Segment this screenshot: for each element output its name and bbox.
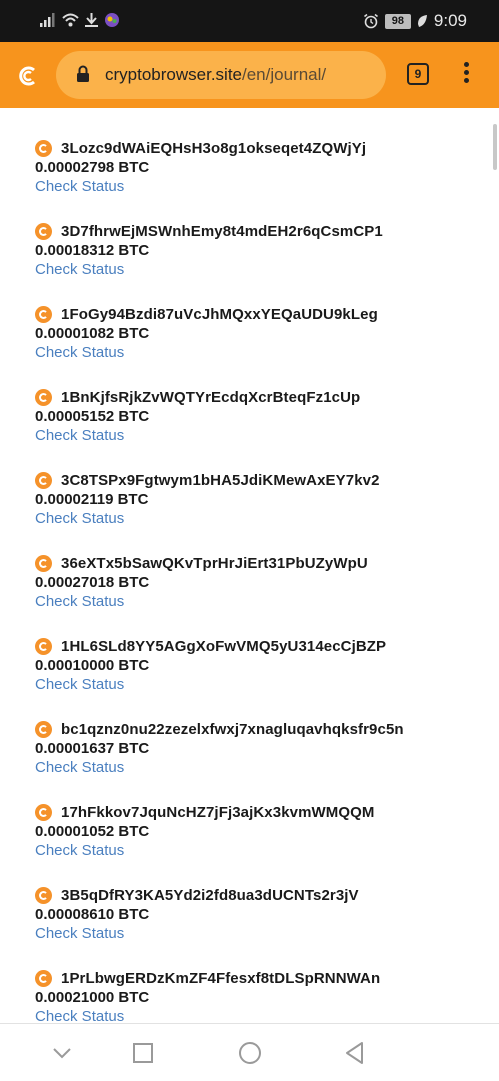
coin-icon	[35, 969, 52, 987]
check-status-link[interactable]: Check Status	[35, 924, 475, 943]
download-icon	[85, 12, 98, 27]
btc-amount: 0.00002798 BTC	[35, 159, 150, 176]
btc-amount: 0.00001637 BTC	[35, 740, 150, 757]
wallet-address: 3B5qDfRY3KA5Yd2i2fd8ua3dUCNTs2r3jV	[61, 886, 359, 904]
check-status-link[interactable]: Check Status	[35, 841, 475, 860]
clock-time: 9:09	[433, 11, 467, 30]
coin-icon	[35, 886, 52, 904]
lock-icon	[77, 65, 89, 82]
charging-leaf-icon	[417, 15, 427, 27]
coin-icon	[35, 803, 52, 821]
tx-header: 3C8TSPx9Fgtwym1bHA5JdiKMewAxEY7kv2	[35, 469, 475, 491]
check-status-link[interactable]: Check Status	[35, 1007, 475, 1023]
wallet-address: 3D7fhrwEjMSWnhEmy8t4mdEH2r6qCsmCP1	[61, 222, 383, 240]
list-item: 17hFkkov7JquNcHZ7jFj3ajKx3kvmWMQQM 0.0000…	[35, 801, 475, 860]
check-status-link[interactable]: Check Status	[35, 260, 475, 279]
status-bar: 98 9:09	[0, 0, 499, 42]
wifi-icon	[62, 13, 79, 27]
wallet-address: bc1qznz0nu22zezelxfwxj7xnagluqavhqksfr9c…	[61, 720, 404, 738]
overflow-menu-icon[interactable]	[458, 62, 474, 88]
tx-header: 1HL6SLd8YY5AGgXoFwVMQ5yU314ecCjBZP	[35, 635, 475, 657]
btc-amount: 0.00021000 BTC	[35, 989, 150, 1006]
wallet-address: 17hFkkov7JquNcHZ7jFj3ajKx3kvmWMQQM	[61, 803, 375, 821]
list-item: 1BnKjfsRjkZvWQTYrEcdqXcrBteqFz1cUp 0.0000…	[35, 386, 475, 445]
tab-switcher-button[interactable]: 9	[407, 63, 429, 85]
browser-toolbar: cryptobrowser.site/en/journal/ 9	[0, 42, 499, 108]
url-bar[interactable]: cryptobrowser.site/en/journal/	[56, 51, 386, 99]
coin-icon	[35, 471, 52, 489]
btc-amount: 0.00005152 BTC	[35, 408, 150, 425]
alarm-icon	[363, 13, 378, 29]
check-status-link[interactable]: Check Status	[35, 509, 475, 528]
wallet-address: 1HL6SLd8YY5AGgXoFwVMQ5yU314ecCjBZP	[61, 637, 387, 655]
btc-amount: 0.00001052 BTC	[35, 823, 150, 840]
coin-icon	[35, 637, 52, 655]
coin-icon	[35, 554, 52, 572]
coin-icon	[35, 139, 52, 157]
coin-icon	[35, 222, 52, 240]
check-status-link[interactable]: Check Status	[35, 426, 475, 445]
tx-header: 36eXTx5bSawQKvTprHrJiErt31PbUZyWpU	[35, 552, 475, 574]
btc-amount: 0.00002119 BTC	[35, 491, 149, 508]
btc-amount: 0.00001082 BTC	[35, 325, 150, 342]
home-circle-icon[interactable]	[237, 1040, 263, 1066]
url-text[interactable]: cryptobrowser.site/en/journal/	[105, 65, 326, 85]
wallet-address: 36eXTx5bSawQKvTprHrJiErt31PbUZyWpU	[61, 554, 368, 572]
list-item: 1HL6SLd8YY5AGgXoFwVMQ5yU314ecCjBZP 0.0001…	[35, 635, 475, 694]
btc-amount: 0.00027018 BTC	[35, 574, 150, 591]
coin-icon	[35, 305, 52, 323]
check-status-link[interactable]: Check Status	[35, 758, 475, 777]
recents-square-icon[interactable]	[130, 1040, 156, 1066]
coin-icon	[35, 720, 52, 738]
signal-icon	[40, 13, 55, 27]
wallet-address: 1BnKjfsRjkZvWQTYrEcdqXcrBteqFz1cUp	[61, 388, 361, 406]
tx-header: 1BnKjfsRjkZvWQTYrEcdqXcrBteqFz1cUp	[35, 386, 475, 408]
back-triangle-icon[interactable]	[342, 1040, 368, 1066]
list-item: 3D7fhrwEjMSWnhEmy8t4mdEH2r6qCsmCP1 0.0001…	[35, 220, 475, 279]
btc-amount: 0.00010000 BTC	[35, 657, 150, 674]
tx-header: 1FoGy94Bzdi87uVcJhMQxxYEQaUDU9kLeg	[35, 303, 475, 325]
tx-header: 1PrLbwgERDzKmZF4Ffesxf8tDLSpRNNWAn	[35, 967, 475, 989]
btc-amount: 0.00018312 BTC	[35, 242, 150, 259]
tx-header: bc1qznz0nu22zezelxfwxj7xnagluqavhqksfr9c…	[35, 718, 475, 740]
list-item: 36eXTx5bSawQKvTprHrJiErt31PbUZyWpU 0.0002…	[35, 552, 475, 611]
wallet-address: 3C8TSPx9Fgtwym1bHA5JdiKMewAxEY7kv2	[61, 471, 380, 489]
wallet-address: 3Lozc9dWAiEQHsH3o8g1okseqet4ZQWjYj	[61, 139, 367, 157]
url-path: /en/journal/	[242, 65, 327, 84]
journal-list: 3Lozc9dWAiEQHsH3o8g1okseqet4ZQWjYj 0.0000…	[0, 108, 499, 1023]
list-item: 3B5qDfRY3KA5Yd2i2fd8ua3dUCNTs2r3jV 0.0000…	[35, 884, 475, 943]
tx-header: 3B5qDfRY3KA5Yd2i2fd8ua3dUCNTs2r3jV	[35, 884, 475, 906]
coin-icon	[35, 388, 52, 406]
cryptobrowser-logo-icon[interactable]	[13, 61, 43, 91]
battery-level: 98	[384, 13, 411, 29]
tx-header: 17hFkkov7JquNcHZ7jFj3ajKx3kvmWMQQM	[35, 801, 475, 823]
list-item: 3C8TSPx9Fgtwym1bHA5JdiKMewAxEY7kv2 0.0000…	[35, 469, 475, 528]
list-item: 1PrLbwgERDzKmZF4Ffesxf8tDLSpRNNWAn 0.0002…	[35, 967, 475, 1023]
chevron-down-icon[interactable]	[49, 1040, 75, 1066]
check-status-link[interactable]: Check Status	[35, 177, 475, 196]
url-host: cryptobrowser.site	[105, 65, 242, 84]
list-item: 3Lozc9dWAiEQHsH3o8g1okseqet4ZQWjYj 0.0000…	[35, 137, 475, 196]
list-item: 1FoGy94Bzdi87uVcJhMQxxYEQaUDU9kLeg 0.0000…	[35, 303, 475, 362]
check-status-link[interactable]: Check Status	[35, 675, 475, 694]
wallet-address: 1PrLbwgERDzKmZF4Ffesxf8tDLSpRNNWAn	[61, 969, 381, 987]
list-item: bc1qznz0nu22zezelxfwxj7xnagluqavhqksfr9c…	[35, 718, 475, 777]
wallet-address: 1FoGy94Bzdi87uVcJhMQxxYEQaUDU9kLeg	[61, 305, 378, 323]
system-navigation-bar	[0, 1023, 499, 1081]
tx-header: 3D7fhrwEjMSWnhEmy8t4mdEH2r6qCsmCP1	[35, 220, 475, 242]
status-icons-right: 98 9:09	[363, 11, 467, 31]
check-status-link[interactable]: Check Status	[35, 343, 475, 362]
app-notification-icon	[105, 13, 119, 27]
btc-amount: 0.00008610 BTC	[35, 906, 150, 923]
tx-header: 3Lozc9dWAiEQHsH3o8g1okseqet4ZQWjYj	[35, 137, 475, 159]
check-status-link[interactable]: Check Status	[35, 592, 475, 611]
status-icons-left	[40, 12, 120, 28]
scrollbar[interactable]	[493, 124, 497, 170]
